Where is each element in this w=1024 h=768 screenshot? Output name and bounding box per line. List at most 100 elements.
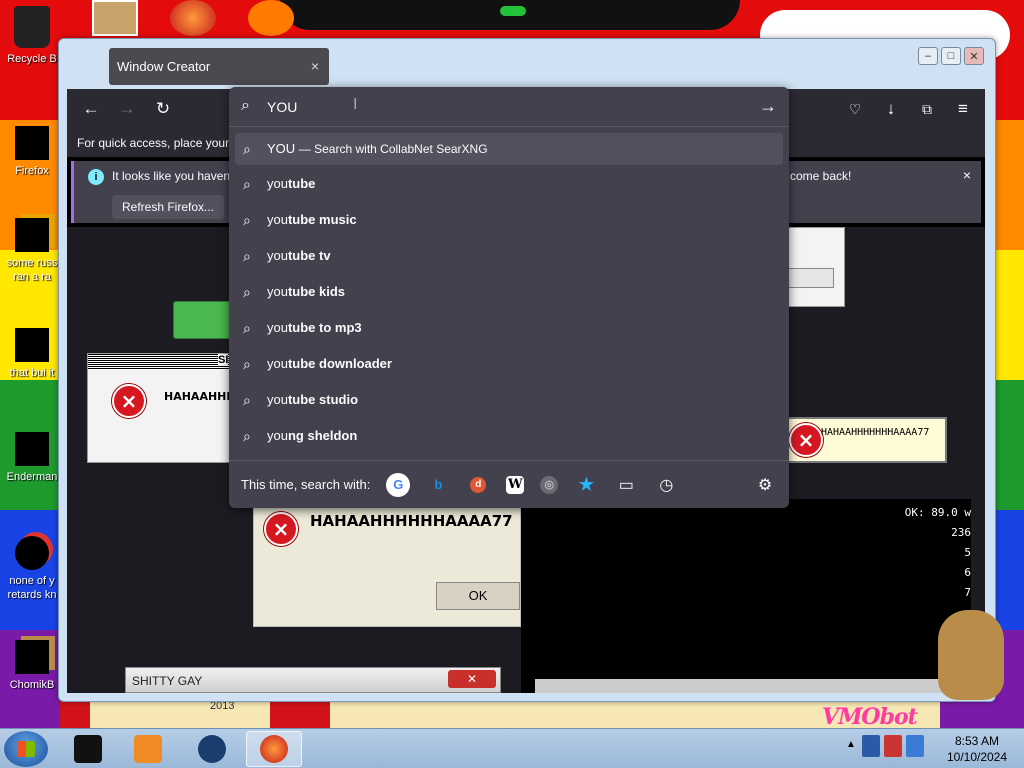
taskbar-item-media[interactable] [120, 731, 176, 767]
bookmarks-hint: For quick access, place your b [77, 136, 240, 150]
firefox-icon [15, 126, 49, 160]
terminal-line: OK: 89.0 w [904, 506, 971, 519]
suggestion-search-engine[interactable]: ⌕ YOU — Search with CollabNet SearXNG [235, 133, 783, 165]
desktop-icon-chomik[interactable]: ChomikB [2, 640, 62, 692]
suggestion-bold: tube [287, 176, 316, 191]
error-icon: × [264, 512, 298, 546]
desktop-icon-label: some russ ran a ra [6, 257, 58, 283]
hamster-desktop-pet[interactable] [938, 610, 1004, 700]
horizontal-scrollbar[interactable] [535, 679, 945, 693]
search-icon: ⌕ [243, 320, 251, 336]
ok-button[interactable]: OK [436, 582, 520, 610]
desktop-icon-chrome[interactable]: none of y retards kn [2, 536, 62, 602]
one-offs-label: This time, search with: [241, 477, 371, 492]
history-clock-icon[interactable]: ◷ [654, 473, 678, 497]
wikipedia-engine-icon[interactable]: W [506, 475, 525, 494]
bing-engine-icon[interactable]: b [426, 473, 450, 497]
tray-expand-icon[interactable]: ▲ [846, 739, 856, 750]
suggestion-engine-label: — Search with CollabNet SearXNG [298, 142, 488, 156]
close-window-button[interactable]: ✕ [964, 47, 984, 65]
tab-close-icon[interactable]: × [311, 58, 319, 74]
green-button[interactable] [173, 301, 233, 339]
close-icon[interactable]: ✕ [448, 670, 496, 688]
wallpaper-cartoon: 2013 [60, 700, 940, 730]
search-icon: ⌕ [241, 97, 250, 114]
minimize-button[interactable]: – [918, 47, 938, 65]
text-cursor-icon: I [353, 96, 358, 113]
urlbar[interactable]: ⌕ YOU I → [229, 87, 789, 127]
search-icon: ⌕ [243, 176, 251, 192]
reload-button[interactable]: ↻ [151, 97, 175, 121]
urlbar-input-text[interactable]: YOU [267, 99, 297, 115]
suggestion-item[interactable]: ⌕ young sheldon [235, 419, 783, 455]
google-engine-icon[interactable]: G [386, 472, 411, 497]
shitty-dialog-titlebar[interactable]: SHITTY GAY ✕ [125, 667, 501, 693]
searx-engine-icon[interactable]: ◎ [540, 475, 559, 494]
go-arrow-icon[interactable]: → [759, 96, 777, 117]
taskbar-item-terminal[interactable] [60, 731, 116, 767]
tray-flag-icon[interactable] [884, 735, 902, 757]
desktop-folder-icon[interactable] [92, 0, 138, 36]
urlbar-dropdown: ⌕ YOU I → ⌕ YOU — Search with CollabNet … [229, 87, 789, 508]
suggestion-item[interactable]: ⌕ youtube tv [235, 239, 783, 275]
back-button[interactable]: ← [79, 97, 103, 121]
suggestion-item[interactable]: ⌕ youtube music [235, 203, 783, 239]
desktop-icon-folder[interactable]: that bui it [2, 328, 62, 380]
dialog-title: SI [218, 354, 229, 366]
taskbar-item-firefox[interactable] [246, 731, 302, 767]
downloads-button[interactable]: ↓ [879, 97, 903, 121]
tray-app-icon[interactable] [862, 735, 880, 757]
suggestion-item[interactable]: ⌕ youtube studio [235, 383, 783, 419]
desktop-icon-firefox[interactable]: Firefox [2, 126, 62, 178]
desktop-icon-enderman[interactable]: Enderman [2, 432, 62, 484]
firefox-logo-icon[interactable] [170, 0, 216, 36]
forward-button[interactable]: → [115, 97, 139, 121]
suggestion-bold: tube kids [287, 284, 346, 299]
suggestion-bold: tube tv [287, 248, 331, 263]
taskbar: ▲ 8:53 AM 10/10/2024 [0, 728, 1024, 768]
terminal-window: OK: 89.0 w 236 5 6 7 [521, 499, 971, 693]
windows-logo-icon [17, 741, 35, 757]
extensions-icon[interactable]: ⧉ [915, 97, 939, 121]
app-menu-button[interactable]: ≡ [951, 97, 975, 121]
desktop-icon-recycle-bin[interactable]: Recycle B [2, 6, 62, 66]
search-icon: ⌕ [243, 212, 251, 228]
desktop-icon-label: Recycle B [7, 53, 57, 65]
search-icon: ⌕ [243, 428, 251, 444]
search-settings-gear-icon[interactable]: ⚙ [753, 473, 777, 497]
app-icon [15, 432, 49, 466]
start-button[interactable] [4, 731, 48, 767]
taskbar-item-app[interactable] [184, 731, 240, 767]
bookmarks-star-icon[interactable]: ★ [574, 473, 598, 497]
suggestion-bold: tube studio [287, 392, 359, 407]
pocket-icon[interactable]: ♡ [843, 97, 867, 121]
error-dialog-top [781, 227, 845, 307]
duckduckgo-engine-icon[interactable]: d [470, 476, 487, 493]
suggestion-bold: ng sheldon [287, 428, 358, 443]
suggestion-item[interactable]: ⌕ youtube [235, 167, 783, 203]
terminal-line: 6 [964, 566, 971, 579]
system-clock[interactable]: 8:53 AM 10/10/2024 [936, 733, 1018, 765]
chrome-icon [15, 536, 49, 570]
suggestion-bold: tube to mp3 [287, 320, 362, 335]
suggestion-prefix: you [267, 284, 288, 299]
maximize-button[interactable]: □ [941, 47, 961, 65]
tabs-icon[interactable]: ▭ [614, 473, 638, 497]
suggestion-prefix: you [267, 392, 288, 407]
window-title-tab[interactable]: Window Creator × [109, 48, 329, 85]
notice-close-icon[interactable]: × [963, 167, 971, 183]
network-icon[interactable] [906, 735, 924, 757]
suggestion-item[interactable]: ⌕ youtube kids [235, 275, 783, 311]
suggestion-item[interactable]: ⌕ youtube downloader [235, 347, 783, 383]
media-player-icon [134, 735, 162, 763]
suggestion-prefix: you [267, 320, 288, 335]
refresh-firefox-button[interactable]: Refresh Firefox... [112, 195, 224, 219]
suggestion-item[interactable]: ⌕ youtube to mp3 [235, 311, 783, 347]
file-icon [15, 218, 49, 252]
desktop-icon-file[interactable]: some russ ran a ra [2, 218, 62, 284]
error-dialog-1: SI × HAHAAHHH [87, 353, 238, 463]
desktop-icon-label: that bui it [9, 367, 55, 379]
app-shortcut-icon[interactable] [248, 0, 294, 36]
desktop-icon-label: ChomikB [9, 679, 55, 691]
suggestion-prefix: you [267, 428, 288, 443]
